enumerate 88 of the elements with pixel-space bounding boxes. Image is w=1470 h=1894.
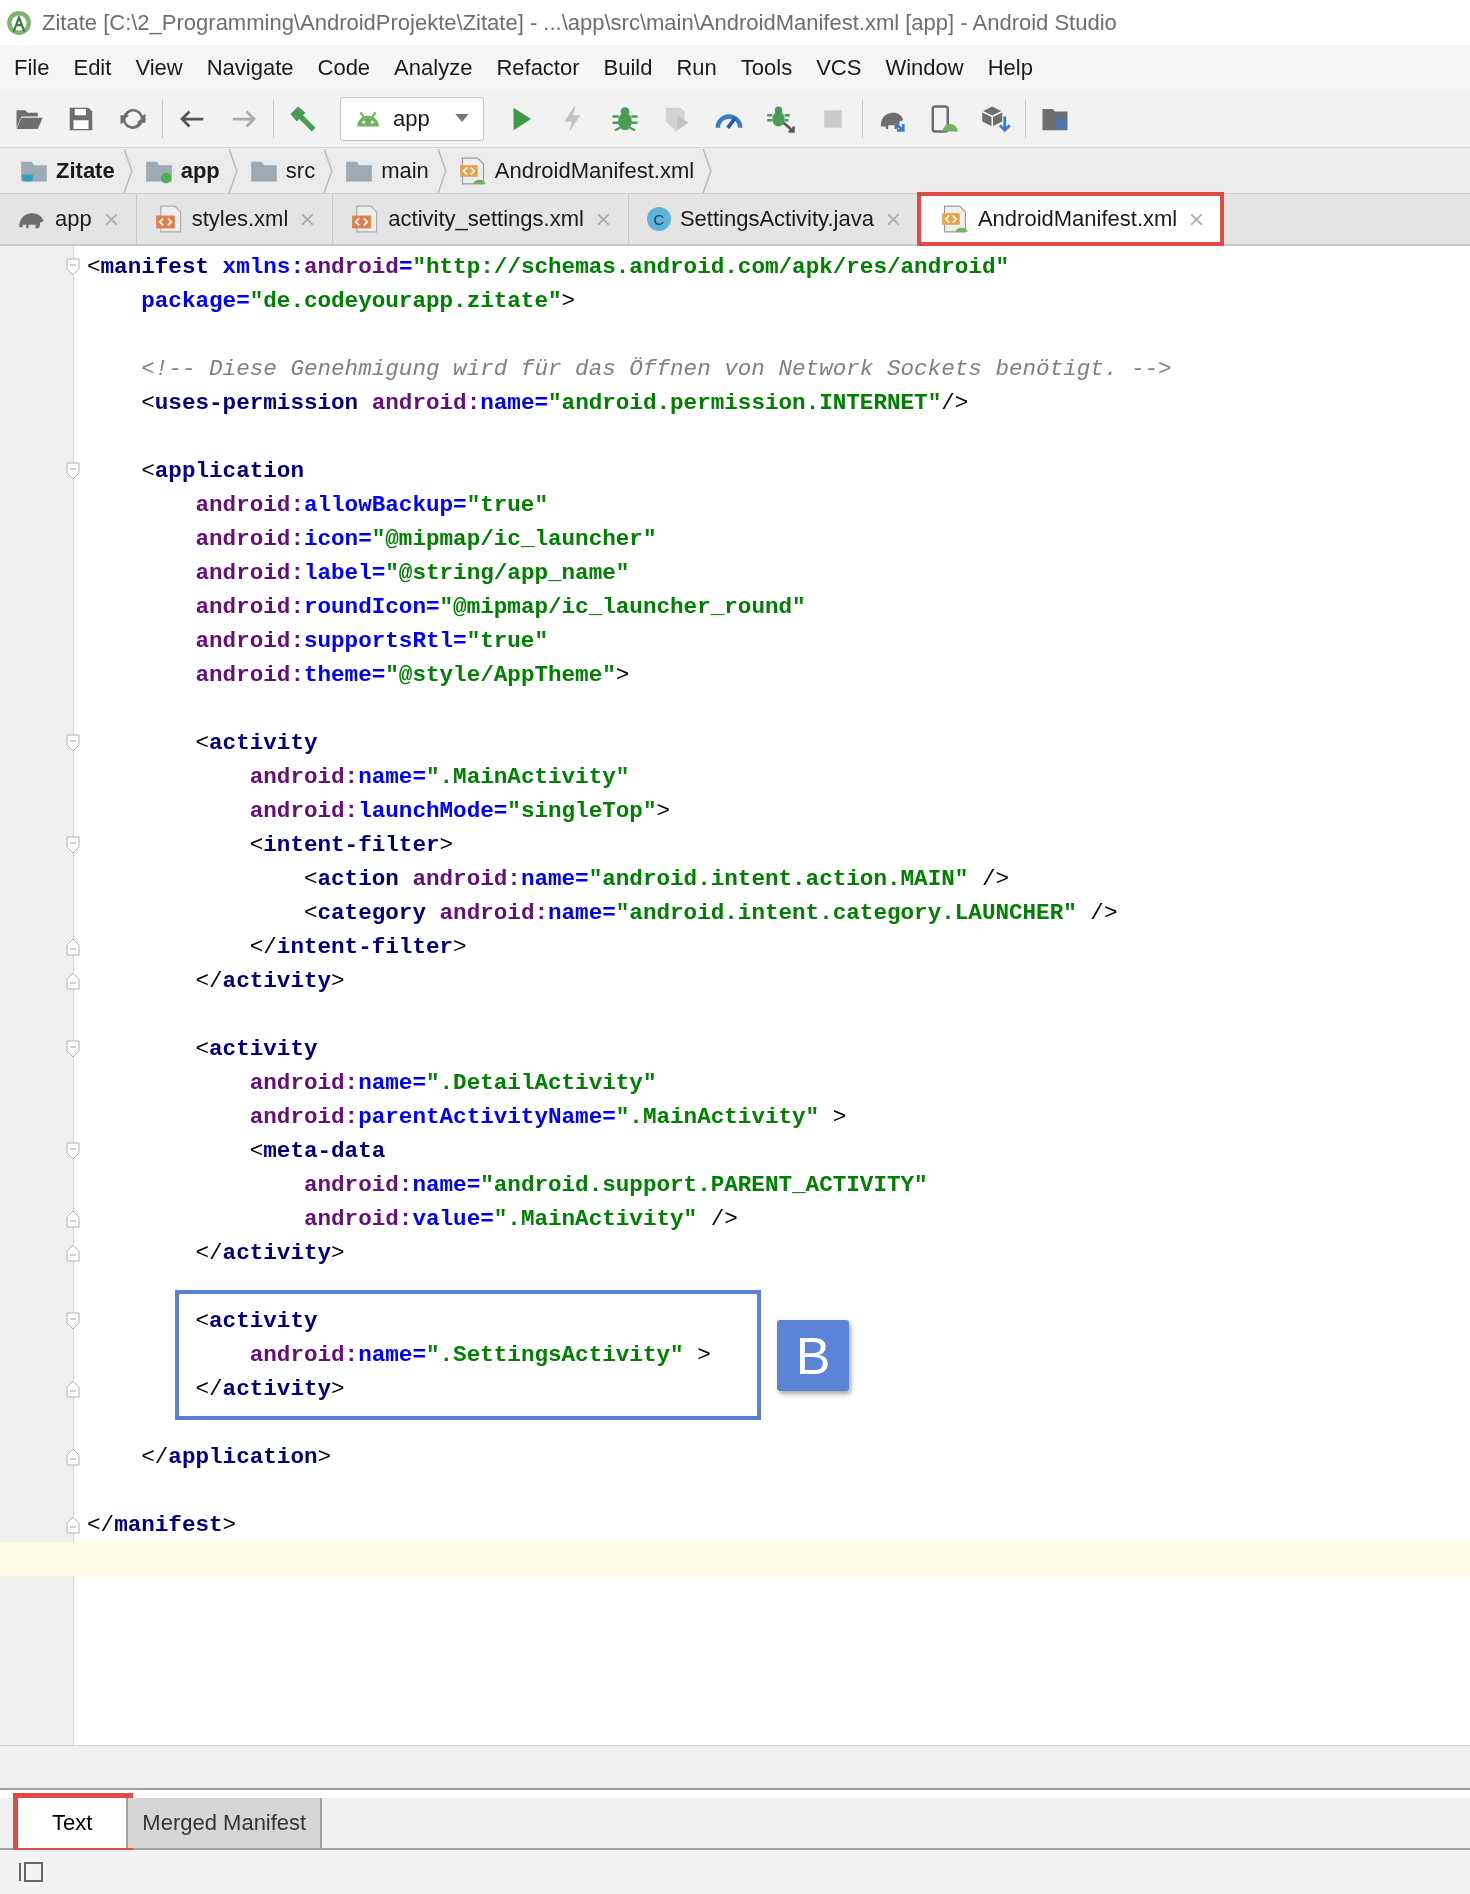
callout-badge: B [777, 1320, 849, 1391]
code-line: android:name="android.support.PARENT_ACTIVITY" [302, 1171, 928, 1200]
code-line: android:theme="@style/AppTheme"> [194, 661, 630, 690]
fold-marker-icon[interactable] [66, 258, 80, 276]
manifest-file-icon [940, 205, 969, 233]
menu-item[interactable]: Edit [61, 54, 124, 81]
breadcrumb-item[interactable]: app [142, 156, 228, 185]
code-line: android:value=".MainActivity" /> [302, 1205, 738, 1234]
fold-marker-icon[interactable] [66, 734, 80, 752]
fold-marker-icon[interactable] [66, 1516, 80, 1534]
menu-item[interactable]: Build [591, 54, 665, 81]
code-line: <activity [194, 729, 318, 758]
caret-icon [455, 114, 469, 123]
breadcrumb-item[interactable]: Zitate [18, 156, 123, 185]
menu-item[interactable]: View [123, 54, 195, 81]
fold-marker-icon[interactable] [66, 1448, 80, 1466]
app-logo-icon [6, 9, 32, 36]
code-line: </application> [140, 1443, 332, 1472]
chevron-separator-icon [436, 148, 447, 193]
code-line: <intent-filter> [248, 831, 454, 860]
menu-item[interactable]: Analyze [382, 54, 485, 81]
code-line: <application [140, 457, 304, 486]
fold-marker-icon[interactable] [66, 1312, 80, 1330]
code-line: <activity [194, 1035, 318, 1064]
close-icon[interactable] [301, 212, 315, 226]
fold-marker-icon[interactable] [66, 1380, 80, 1398]
code-line: android:label="@string/app_name" [194, 559, 630, 588]
code-line: android:parentActivityName=".MainActivity" > [248, 1103, 847, 1132]
code-line: </activity> [194, 1239, 345, 1268]
code-line: <activity [194, 1307, 318, 1336]
menu-item[interactable]: Code [305, 54, 383, 81]
code-line: <uses-permission android:name="android.permission.INTERNET"/> [140, 389, 969, 418]
menu-item[interactable]: Navigate [194, 54, 306, 81]
chevron-separator-icon [227, 148, 238, 193]
menu-item[interactable]: Window [873, 54, 976, 81]
code-line: android:roundIcon="@mipmap/ic_launcher_round" [194, 593, 806, 622]
code-line: android:name=".DetailActivity" [248, 1069, 657, 1098]
phone-android-icon[interactable] [929, 103, 959, 134]
fold-marker-icon[interactable] [66, 462, 80, 480]
file-tab[interactable]: AndroidManifest.xml [918, 194, 1223, 244]
code-line: android:supportsRtl="true" [194, 627, 548, 656]
menu-item[interactable]: File [2, 54, 62, 81]
chevron-separator-icon [702, 148, 713, 193]
code-line: <manifest xmlns:android="http://schemas.android.com/apk/res/android" [86, 253, 1009, 282]
fold-marker-icon[interactable] [66, 938, 80, 956]
breadcrumb-item[interactable]: AndroidManifest.xml [456, 156, 703, 185]
close-icon[interactable] [104, 212, 118, 226]
close-icon[interactable] [596, 212, 610, 226]
editor-mode-tab[interactable]: Merged Manifest [128, 1798, 323, 1848]
code-line: package="de.codeyourapp.zitate"> [140, 287, 576, 316]
code-line: android:launchMode="singleTop"> [248, 797, 671, 826]
code-line: </activity> [194, 967, 345, 996]
fold-marker-icon[interactable] [66, 1040, 80, 1058]
code-line: <category android:name="android.intent.category.LAUNCHER" /> [302, 899, 1118, 928]
xml-file-icon [154, 205, 183, 233]
android-icon [355, 109, 381, 128]
code-line: <meta-data [248, 1137, 386, 1166]
xml-file-icon [351, 205, 380, 233]
fold-marker-icon[interactable] [66, 972, 80, 990]
fold-marker-icon[interactable] [66, 1210, 80, 1228]
fold-marker-icon[interactable] [66, 1142, 80, 1160]
code-line: android:allowBackup="true" [194, 491, 548, 520]
chevron-separator-icon [122, 148, 133, 193]
breadcrumb-item[interactable]: src [247, 156, 324, 185]
code-line: android:icon="@mipmap/ic_launcher" [194, 525, 657, 554]
close-icon[interactable] [1190, 212, 1204, 226]
menu-item[interactable]: VCS [804, 54, 874, 81]
code-line: <action android:name="android.intent.action.MAIN" /> [302, 865, 1009, 894]
panel-toggle-icon[interactable] [18, 1861, 44, 1883]
code-line: <!-- Diese Genehmigung wird für das Öffnen von Network Sockets benötigt. --> [140, 355, 1172, 384]
menu-item[interactable]: Run [664, 54, 729, 81]
run-configuration-dropdown[interactable]: app [340, 96, 484, 141]
menu-item[interactable]: Help [975, 54, 1045, 81]
window-title: Zitate [C:\2_Programming\AndroidProjekte\Zitate] - ...\app\src\main\AndroidManifest.xml [app] - Android Studio [42, 9, 1117, 36]
menu-item[interactable]: Tools [728, 54, 805, 81]
breadcrumb-item[interactable]: main [343, 156, 437, 185]
code-line: </intent-filter> [248, 933, 467, 962]
fold-marker-icon[interactable] [66, 1244, 80, 1262]
close-icon[interactable] [886, 212, 900, 226]
class-icon: C [646, 207, 671, 231]
code-line: </manifest> [86, 1511, 237, 1540]
menu-item[interactable]: Refactor [484, 54, 592, 81]
code-line: android:name=".MainActivity" [248, 763, 630, 792]
code-line: </activity> [194, 1375, 345, 1404]
manifest-file-icon [458, 156, 487, 185]
fold-marker-icon[interactable] [66, 836, 80, 854]
chevron-separator-icon [323, 148, 334, 193]
code-line: android:name=".SettingsActivity" > [248, 1341, 711, 1370]
